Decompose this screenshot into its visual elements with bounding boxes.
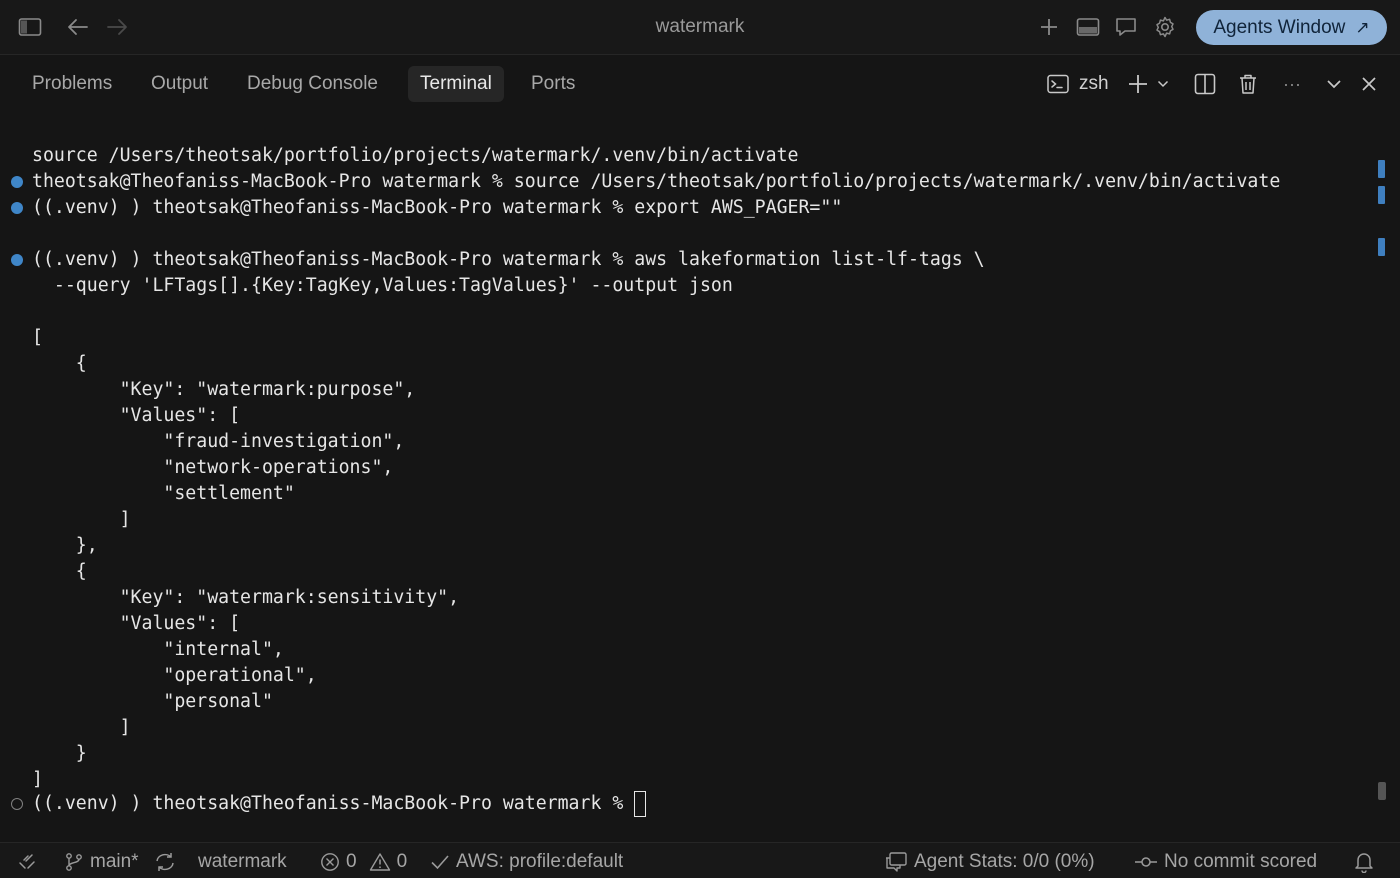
command-success-decoration[interactable] (11, 254, 23, 266)
terminal-line: { (32, 561, 87, 582)
terminal-line: "Values": [ (32, 405, 241, 426)
warning-count: 0 (396, 851, 408, 872)
check-icon (431, 855, 449, 870)
split-terminal-icon[interactable] (1194, 70, 1216, 98)
panel-tab-bar: Problems Output Debug Console Terminal P… (0, 56, 1400, 112)
launch-profile-chevron-icon[interactable] (1157, 70, 1169, 98)
external-arrow-icon: ↗ (1355, 17, 1370, 37)
agent-stats[interactable]: Agent Stats: 0/0 (0%) (884, 850, 1095, 874)
toggle-panel-icon[interactable] (1074, 13, 1102, 41)
terminal-scrollbar[interactable] (1372, 112, 1392, 840)
agents-window-label: Agents Window (1213, 16, 1346, 38)
command-success-decoration[interactable] (11, 202, 23, 214)
trash-icon[interactable] (1238, 70, 1258, 98)
remote-icon (19, 854, 35, 869)
terminal-line: "Key": "watermark:purpose", (32, 379, 416, 400)
new-terminal-plus-icon[interactable] (1127, 70, 1149, 98)
aws-profile[interactable]: AWS: profile:default (430, 850, 623, 874)
terminal-line: source /Users/theotsak/portfolio/project… (32, 145, 799, 166)
scrollbar-command-marker (1378, 160, 1385, 178)
terminal-line: "settlement" (32, 483, 295, 504)
prompt-text: ((.venv) ) theotsak@Theofaniss-MacBook-P… (32, 793, 635, 814)
back-arrow-icon[interactable] (64, 13, 92, 41)
status-bar: main* watermark 0 0 AWS: profile:default… (0, 842, 1400, 878)
aws-profile-label: AWS: profile:default (456, 851, 624, 872)
terminal-line: "operational", (32, 665, 317, 686)
error-count: 0 (346, 851, 357, 872)
terminal-prompt-line[interactable]: ((.venv) ) theotsak@Theofaniss-MacBook-P… (32, 791, 647, 817)
terminal-line: theotsak@Theofaniss-MacBook-Pro watermar… (32, 171, 1281, 192)
agent-stats-icon (886, 852, 907, 872)
more-actions-icon[interactable]: ··· (1283, 70, 1301, 98)
terminal-line: ] (32, 509, 131, 530)
command-success-decoration[interactable] (11, 176, 23, 188)
terminal-line: --query 'LFTags[].{Key:TagKey,Values:Tag… (32, 275, 733, 296)
sync-icon (156, 853, 174, 871)
settings-gear-icon[interactable] (1151, 13, 1179, 41)
terminal-line: [ (32, 327, 43, 348)
agents-window-button[interactable]: Agents Window ↗ (1196, 10, 1387, 45)
terminal-line: ] (32, 769, 43, 790)
sync-button[interactable] (154, 850, 176, 874)
commit-score[interactable]: No commit scored (1134, 850, 1317, 874)
terminal-line: ((.venv) ) theotsak@Theofaniss-MacBook-P… (32, 197, 843, 218)
terminal-line: "personal" (32, 691, 273, 712)
branch-indicator[interactable]: main* (64, 850, 139, 874)
workspace-folder[interactable]: watermark (198, 850, 287, 874)
collapse-panel-chevron-icon[interactable] (1326, 70, 1342, 98)
terminal-line: "Values": [ (32, 613, 241, 634)
shell-selector[interactable]: zsh (1047, 70, 1109, 98)
chat-icon[interactable] (1112, 13, 1140, 41)
warning-icon (369, 853, 390, 871)
tab-terminal[interactable]: Terminal (408, 66, 504, 102)
scrollbar-command-marker (1378, 238, 1385, 256)
command-pending-decoration[interactable] (11, 798, 23, 810)
toggle-sidebar-icon[interactable] (16, 13, 44, 41)
error-icon (321, 853, 339, 871)
terminal-line: "Key": "watermark:sensitivity", (32, 587, 460, 608)
scrollbar-thumb[interactable] (1378, 782, 1386, 800)
git-branch-icon (66, 853, 82, 871)
tab-ports[interactable]: Ports (519, 66, 587, 102)
terminal-line: "internal", (32, 639, 284, 660)
title-bar: watermark Agents Window ↗ (0, 0, 1400, 55)
new-plus-icon[interactable] (1035, 13, 1063, 41)
remote-indicator[interactable] (18, 850, 36, 874)
terminal-line: "network-operations", (32, 457, 394, 478)
terminal-icon (1047, 74, 1069, 94)
branch-name: main* (90, 851, 139, 872)
shell-name: zsh (1079, 73, 1109, 94)
terminal-line: ((.venv) ) theotsak@Theofaniss-MacBook-P… (32, 249, 985, 270)
notifications-bell-icon[interactable] (1354, 850, 1374, 874)
close-panel-icon[interactable] (1361, 70, 1377, 98)
terminal-line: "fraud-investigation", (32, 431, 405, 452)
tab-debug-console[interactable]: Debug Console (235, 66, 390, 102)
scrollbar-command-marker (1378, 186, 1385, 204)
forward-arrow-icon[interactable] (103, 13, 131, 41)
terminal-cursor (634, 791, 647, 817)
tab-problems[interactable]: Problems (20, 66, 124, 102)
commit-score-label: No commit scored (1164, 851, 1318, 872)
commit-icon (1135, 857, 1157, 867)
window-title: watermark (655, 16, 745, 37)
terminal-line: } (32, 743, 87, 764)
problems-indicator[interactable]: 0 0 (320, 850, 407, 874)
terminal-line: }, (32, 535, 98, 556)
agent-stats-label: Agent Stats: 0/0 (0%) (914, 851, 1095, 872)
terminal-line: { (32, 353, 87, 374)
tab-output[interactable]: Output (139, 66, 220, 102)
terminal-line: ] (32, 717, 131, 738)
